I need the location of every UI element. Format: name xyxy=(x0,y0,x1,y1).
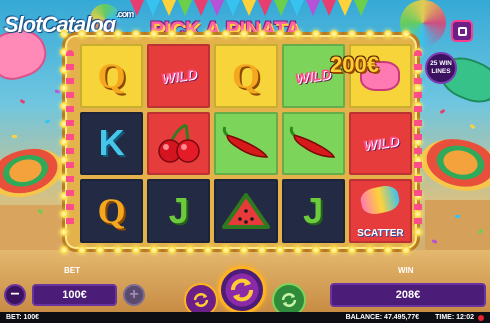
light-bulb xyxy=(384,246,392,254)
status-indicator-icon xyxy=(478,314,484,321)
reel-cell: Q xyxy=(80,179,144,243)
symbol-q: Q xyxy=(97,191,126,232)
light-bulb xyxy=(96,246,104,254)
light-bulb xyxy=(330,30,338,38)
symbol-q: Q xyxy=(231,55,260,96)
light-bulb xyxy=(222,246,230,254)
symbol-wild: WILD xyxy=(159,65,198,87)
light-bulb xyxy=(240,246,248,254)
spin-icon xyxy=(231,278,253,302)
symbol-scatter: SCATTER xyxy=(357,228,404,239)
win-amount-popup: 200€ xyxy=(330,52,379,77)
light-bulb xyxy=(258,246,266,254)
light-bulb xyxy=(276,30,284,38)
win-label: WIN xyxy=(398,266,414,275)
light-bulb xyxy=(132,30,140,38)
reel-cell xyxy=(281,111,345,176)
light-bulb xyxy=(78,30,86,38)
bet-plus-button[interactable]: + xyxy=(123,284,145,306)
quick-spin-icon xyxy=(281,293,297,307)
reel-cell: WILD xyxy=(348,111,412,176)
winline-markers-right xyxy=(414,50,422,230)
symbol-wild: WILD xyxy=(294,65,333,87)
minus-icon: − xyxy=(10,286,20,303)
status-bet: BET: 100€ xyxy=(6,314,40,321)
symbol-k: K xyxy=(98,122,125,164)
symbol-j: J xyxy=(168,190,189,232)
scatter-pinata-icon xyxy=(359,183,402,217)
symbol-q: Q xyxy=(97,55,126,96)
light-bulb xyxy=(168,30,176,38)
reel-cell: Q xyxy=(80,44,144,108)
bet-label: BET xyxy=(64,266,80,275)
winline-markers-left xyxy=(66,50,74,230)
sombrero-right xyxy=(415,132,490,198)
reel-cell: J xyxy=(147,179,211,243)
light-bulb xyxy=(204,246,212,254)
sombrero-left xyxy=(0,141,69,205)
reel-cell: J xyxy=(281,179,345,243)
window-button[interactable] xyxy=(451,20,473,42)
autoplay-icon xyxy=(193,293,209,307)
light-bulb xyxy=(312,30,320,38)
light-bulb xyxy=(222,30,230,38)
light-bulb xyxy=(186,30,194,38)
light-bulb xyxy=(60,246,68,254)
reel-cell: K xyxy=(80,111,144,176)
light-bulb xyxy=(276,246,284,254)
light-bulb xyxy=(330,246,338,254)
light-bulb xyxy=(150,30,158,38)
reel-cell: WILD xyxy=(147,44,211,108)
reel-cell: SCATTER xyxy=(348,179,412,243)
window-icon xyxy=(457,26,467,36)
symbol-wild: WILD xyxy=(361,133,400,154)
light-bulb xyxy=(114,30,122,38)
symbol-j: J xyxy=(303,190,324,232)
light-bulb xyxy=(240,30,248,38)
light-bulb xyxy=(366,246,374,254)
chili-pepper-icon xyxy=(222,126,269,159)
status-bar: BET: 100€ BALANCE: 47.495,77€ TIME: 12:0… xyxy=(0,312,490,323)
spin-button[interactable] xyxy=(218,266,266,314)
light-bulb xyxy=(132,246,140,254)
watermelon-icon xyxy=(221,193,270,230)
light-bulb xyxy=(96,30,104,38)
light-bulb xyxy=(60,30,68,38)
reel-cell xyxy=(214,111,278,176)
cherries-icon xyxy=(158,124,200,164)
light-bulb xyxy=(294,30,302,38)
chili-pepper-icon xyxy=(290,126,336,159)
light-bulb xyxy=(168,246,176,254)
light-bulb xyxy=(402,246,410,254)
light-bulb xyxy=(114,246,122,254)
reel-cell xyxy=(214,179,278,243)
win-value: 208€ xyxy=(330,283,486,307)
light-bulb xyxy=(78,246,86,254)
light-bulb xyxy=(348,30,356,38)
reel-cell: Q xyxy=(214,44,278,108)
reel-cell xyxy=(147,111,211,176)
bet-value: 100€ xyxy=(32,284,117,306)
light-bulb xyxy=(348,246,356,254)
status-balance: BALANCE: 47.495,77€ xyxy=(345,314,420,321)
light-bulb xyxy=(204,30,212,38)
light-bulb xyxy=(186,246,194,254)
light-bulb xyxy=(402,30,410,38)
status-time: TIME: 12:02 xyxy=(435,314,474,321)
plus-icon: + xyxy=(129,286,139,303)
light-bulb xyxy=(366,30,374,38)
light-bulb xyxy=(294,246,302,254)
light-bulb xyxy=(258,30,266,38)
light-bulb xyxy=(150,246,158,254)
light-bulb xyxy=(384,30,392,38)
win-lines-badge: 25 WIN LINES xyxy=(425,52,457,84)
bet-minus-button[interactable]: − xyxy=(4,284,26,306)
light-bulb xyxy=(312,246,320,254)
logo-sup: .com xyxy=(116,9,134,19)
